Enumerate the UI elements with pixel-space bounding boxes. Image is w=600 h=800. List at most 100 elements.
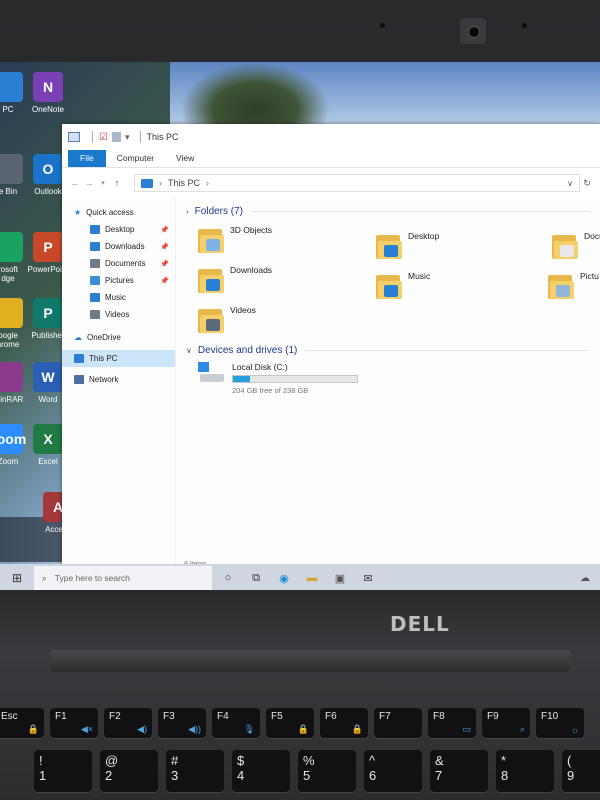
store-icon[interactable]: ▣ [328,564,352,592]
chevron-down-icon[interactable]: ▾ [125,132,130,143]
nav-documents[interactable]: Documents 📌 [62,255,175,272]
laptop-photo: PCNOneNotee BinOOutlookrosoft dgePPowerP… [0,0,600,800]
nav-label: Quick access [86,208,134,217]
address-dropdown-icon[interactable]: ∨ [567,179,573,188]
tab-computer[interactable]: Computer [106,153,165,167]
hinge [50,650,570,672]
edge-icon[interactable]: ◉ [272,564,296,592]
address-text: This PC [168,178,201,188]
task-view-icon[interactable]: ⧉ [244,564,268,592]
address-bar[interactable]: › This PC › ∨ [134,174,580,192]
key-3[interactable]: #3 [166,750,224,792]
key-f5[interactable]: F5 🔒 [266,708,314,738]
key-4[interactable]: $4 [232,750,290,792]
nav-pictures[interactable]: Pictures 📌 [62,272,175,289]
up-arrow-icon[interactable]: ↑ [110,178,124,188]
key-f8[interactable]: F8 ▭ [428,708,476,738]
refresh-icon[interactable]: ↻ [580,178,594,189]
nav-desktop[interactable]: Desktop 📌 [62,221,175,238]
recent-locations-icon[interactable]: ▾ [96,179,110,187]
key-5[interactable]: % 5 [298,750,356,792]
pin-icon[interactable]: 📌 [160,243,169,251]
webcam [460,18,486,44]
key-f10[interactable]: F10 ☼ [536,708,584,738]
pin-icon[interactable]: 📌 [160,277,169,285]
folder-pictu[interactable]: Pictu [548,269,599,299]
divider [305,350,590,351]
pc-icon [74,354,84,363]
nav-quick-access[interactable]: ★ Quick access [62,204,175,221]
forward-arrow-icon[interactable]: → [82,178,96,188]
nav-music[interactable]: Music [62,289,175,306]
chevron-down-icon: ∨ [186,346,192,355]
key-shift-symbol: ! [39,753,43,768]
key-digit: 7 [435,768,443,783]
nav-onedrive[interactable]: ☁ OneDrive [62,329,175,346]
key-f7[interactable]: F7 [374,708,422,738]
folder-docu[interactable]: Docu [552,229,600,259]
key-digit: 9 [567,768,575,783]
nav-label: Music [105,293,126,302]
file-explorer-icon[interactable]: ▬ [300,564,324,592]
key-f1[interactable]: F1 ◀× [50,708,98,738]
window-title: This PC [146,132,179,142]
mail-icon[interactable]: ✉ [356,564,380,592]
new-folder-icon[interactable] [111,132,121,142]
folders-group-header[interactable]: › Folders (7) [186,206,590,217]
navigation-pane: ★ Quick access Desktop 📌 Downloads 📌 Documen… [62,198,176,574]
key-7[interactable]: & 7 [430,750,488,792]
folder-videos[interactable]: Videos [198,303,256,333]
tab-view[interactable]: View [165,153,205,167]
chevron-right-icon[interactable]: › [206,178,209,188]
taskbar-search[interactable]: ⌕ Type here to search [34,566,212,590]
key-f2[interactable]: F2 ◀) [104,708,152,738]
key-label: F2 [109,711,121,722]
drive-local-disk[interactable]: Local Disk (C:) 204 GB free of 238 GB [198,362,590,395]
pin-icon[interactable]: 📌 [160,226,169,234]
nav-label: Network [89,375,119,384]
cloud-icon: ☁ [74,333,82,342]
app-icon: W [33,362,63,392]
explorer-body: ★ Quick access Desktop 📌 Downloads 📌 Documen… [62,198,600,574]
back-arrow-icon[interactable]: ← [68,178,82,188]
key-f9[interactable]: F9 ⌕ [482,708,530,738]
key-shift-symbol: & [435,753,444,768]
cortana-icon[interactable]: ○ [216,564,240,592]
key-1[interactable]: ! 1 [34,750,92,792]
nav-network[interactable]: Network [62,371,175,388]
onedrive-tray-icon[interactable]: ☁ [580,573,600,584]
key-digit: 3 [171,768,179,783]
key-8[interactable]: * 8 [496,750,554,792]
properties-icon[interactable]: ☑ [99,132,108,143]
folder-music[interactable]: Music [376,269,430,299]
folder-downloads[interactable]: Downloads [198,263,272,293]
key-digit: 6 [369,768,377,783]
key-f3[interactable]: F3 ◀)) [158,708,206,738]
windows-start-icon[interactable]: ⊞ [0,564,34,592]
hard-drive-icon [198,362,224,384]
key-6[interactable]: ^ 6 [364,750,422,792]
desktop-icon [90,225,100,234]
drive-free-space: 204 GB free of 238 GB [232,386,309,395]
folder-desktop[interactable]: Desktop [376,229,439,259]
folder-3d-objects[interactable]: 3D Objects [198,223,272,253]
key-9[interactable]: (9 [562,750,600,792]
drives-group-header[interactable]: ∨ Devices and drives (1) [186,345,590,356]
app-icon: P [33,298,63,328]
group-title: Devices and drives (1) [197,345,298,356]
desktop-icon-onenote[interactable]: N OneNote [18,72,78,114]
key-shift-symbol: ^ [369,753,376,768]
key-esc[interactable]: Esc 🔒 [0,708,44,738]
pin-icon[interactable]: 📌 [160,260,169,268]
folder-icon [198,303,224,333]
downloads-icon [90,242,100,251]
nav-downloads[interactable]: Downloads 📌 [62,238,175,255]
sensor-dot [380,23,385,28]
key-f4[interactable]: F4 🎙 [212,708,260,738]
key-f6[interactable]: F6 🔒 [320,708,368,738]
tab-file[interactable]: File [68,150,106,167]
key-2[interactable]: @2 [100,750,158,792]
nav-this-pc[interactable]: This PC [62,350,175,367]
key-function-icon: ◀)) [188,724,201,734]
nav-videos[interactable]: Videos [62,306,175,323]
